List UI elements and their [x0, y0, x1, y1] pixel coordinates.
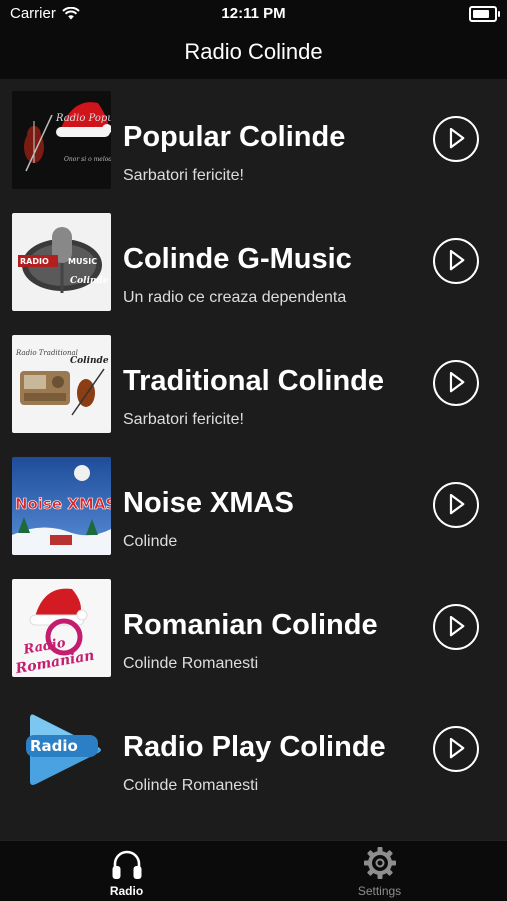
svg-text:RADIO: RADIO: [20, 257, 49, 266]
station-logo: RADIO MUSIC Colinde: [12, 213, 111, 311]
play-button[interactable]: [433, 238, 479, 284]
play-button[interactable]: [433, 604, 479, 650]
play-button-logo: Radio: [12, 701, 111, 799]
santa-hat-violin-logo: Radio Populare Onor si o melodie: [12, 91, 111, 189]
tab-radio[interactable]: Radio: [0, 841, 253, 901]
tab-label: Radio: [109, 884, 144, 898]
station-row[interactable]: Radio Traditional Colinde Traditional Co…: [0, 323, 507, 445]
station-logo: Radio Romanian: [12, 579, 111, 677]
station-subtitle: Sarbatori fericite!: [123, 411, 244, 428]
gear-icon: [363, 847, 396, 879]
svg-text:Radio Traditional: Radio Traditional: [15, 349, 78, 357]
status-bar: Carrier 12:11 PM: [0, 0, 507, 28]
station-subtitle: Colinde Romanesti: [123, 655, 259, 672]
station-title: Noise XMAS: [123, 487, 294, 519]
winter-night-logo: Noise XMAS: [12, 457, 111, 555]
station-title: Traditional Colinde: [123, 365, 385, 397]
svg-text:MUSIC: MUSIC: [68, 257, 97, 266]
station-row[interactable]: Noise XMAS Noise XMAS Colinde: [0, 445, 507, 567]
play-icon: [449, 615, 465, 637]
station-subtitle: Colinde Romanesti: [123, 777, 259, 794]
station-subtitle: Sarbatori fericite!: [123, 167, 244, 184]
station-subtitle: Un radio ce creaza dependenta: [123, 289, 347, 306]
station-row[interactable]: RADIO MUSIC Colinde Colinde G-Music Un r…: [0, 201, 507, 323]
station-logo: Radio Populare Onor si o melodie: [12, 91, 111, 189]
play-icon: [449, 371, 465, 393]
station-title: Romanian Colinde: [123, 609, 378, 641]
play-icon: [449, 249, 465, 271]
station-title: Radio Play Colinde: [123, 731, 386, 763]
page-title: Radio Colinde: [184, 39, 323, 64]
tab-label: Settings: [357, 884, 402, 898]
station-row[interactable]: Radio Populare Onor si o melodie Popular…: [0, 79, 507, 201]
svg-text:Colinde: Colinde: [70, 356, 109, 366]
navigation-bar: Radio Colinde: [0, 28, 507, 79]
svg-text:Onor si o melodie: Onor si o melodie: [64, 156, 111, 163]
play-icon: [449, 127, 465, 149]
station-title: Colinde G-Music: [123, 243, 352, 275]
station-row[interactable]: Radio Romanian Romanian Colinde Colinde …: [0, 567, 507, 689]
play-icon: [449, 737, 465, 759]
play-icon: [449, 493, 465, 515]
station-list[interactable]: Radio Populare Onor si o melodie Popular…: [0, 79, 507, 840]
svg-text:Radio Populare: Radio Populare: [55, 113, 111, 124]
svg-text:Colinde: Colinde: [70, 276, 109, 286]
tab-bar: Radio Settings: [0, 840, 507, 901]
station-title: Popular Colinde: [123, 121, 346, 153]
headphones-icon: [112, 850, 141, 879]
station-logo: Radio: [12, 701, 111, 799]
play-button[interactable]: [433, 360, 479, 406]
station-row[interactable]: Radio Radio Play Colinde Colinde Romanes…: [0, 689, 507, 811]
play-button[interactable]: [433, 726, 479, 772]
status-time: 12:11 PM: [221, 5, 286, 22]
station-subtitle: Colinde: [123, 533, 178, 550]
tab-settings[interactable]: Settings: [253, 841, 506, 901]
svg-text:Radio: Radio: [30, 737, 78, 755]
battery-icon: [469, 6, 500, 22]
svg-text:Noise XMAS: Noise XMAS: [15, 495, 111, 513]
radio-violin-logo: Radio Traditional Colinde: [12, 335, 111, 433]
santa-hat-radio-logo: Radio Romanian: [12, 579, 111, 677]
play-button[interactable]: [433, 482, 479, 528]
play-button[interactable]: [433, 116, 479, 162]
station-logo: Noise XMAS: [12, 457, 111, 555]
retro-microphone-logo: RADIO MUSIC Colinde: [12, 213, 111, 311]
station-logo: Radio Traditional Colinde: [12, 335, 111, 433]
